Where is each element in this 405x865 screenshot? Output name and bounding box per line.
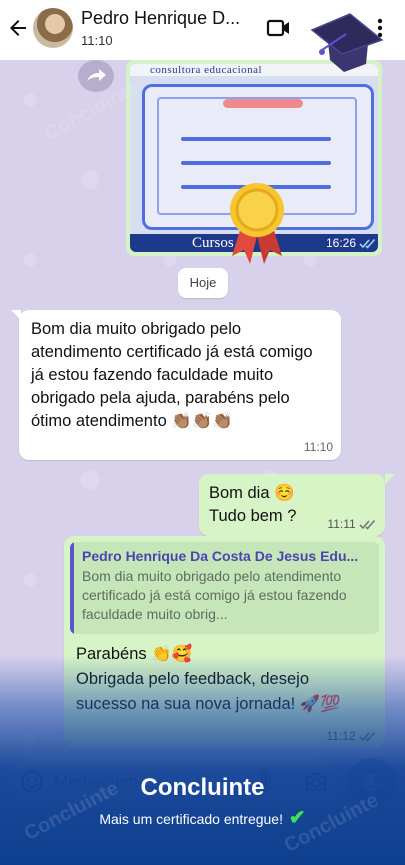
message-time: 11:11 <box>327 517 356 531</box>
image-top-text: consultora educacional <box>150 64 263 76</box>
double-check-icon <box>359 732 376 742</box>
brand-tagline-row: Mais um certificado entregue! ✔ <box>0 805 405 830</box>
forward-icon[interactable] <box>78 60 114 92</box>
contact-avatar[interactable] <box>33 8 73 48</box>
double-check-icon <box>359 520 376 530</box>
quoted-message[interactable]: Pedro Henrique Da Costa De Jesus Edu... … <box>70 542 379 634</box>
contact-subtitle: 11:10 <box>81 33 113 48</box>
message-time: 11:12 <box>326 729 356 743</box>
message-time: 11:10 <box>303 440 333 454</box>
back-arrow-icon[interactable] <box>6 16 30 40</box>
message-time-row: 11:12 <box>327 729 377 743</box>
quoted-text: Bom dia muito obrigado pelo atendimento … <box>82 568 347 622</box>
outgoing-message[interactable]: Bom dia ☺️ Tudo bem ? 11:11 <box>199 474 385 536</box>
video-call-icon[interactable] <box>266 16 292 40</box>
brand-title: Concluinte <box>140 774 265 801</box>
message-text-line2: Obrigada pelo feedback, desejo sucesso n… <box>76 670 341 713</box>
check-icon: ✔ <box>288 807 306 829</box>
certificate-line <box>181 161 331 165</box>
outgoing-tail <box>385 474 395 484</box>
date-chip: Hoje <box>178 268 228 298</box>
message-text-line1: Bom dia ☺️ <box>209 484 295 502</box>
outgoing-reply-message[interactable]: Pedro Henrique Da Costa De Jesus Edu... … <box>64 536 385 748</box>
graduation-cap-icon <box>310 13 384 72</box>
contact-name[interactable]: Pedro Henrique D... <box>81 8 253 29</box>
message-time-row: 11:11 <box>327 517 377 531</box>
quoted-sender: Pedro Henrique Da Costa De Jesus Edu... <box>82 548 359 564</box>
message-text-line1: Parabéns 👏🥰 <box>76 645 193 663</box>
image-message-time: 16:26 <box>326 236 357 250</box>
double-check-icon <box>359 239 376 249</box>
incoming-message[interactable]: Bom dia muito obrigado pelo atendimento … <box>19 310 341 460</box>
certificate-title-bar <box>223 99 303 108</box>
message-text: Bom dia muito obrigado pelo atendimento … <box>31 320 313 430</box>
certificate-line <box>181 137 331 141</box>
message-time: 16:26 <box>326 236 377 250</box>
medal-icon <box>230 183 284 264</box>
brand-tagline: Mais um certificado entregue! <box>99 811 283 827</box>
